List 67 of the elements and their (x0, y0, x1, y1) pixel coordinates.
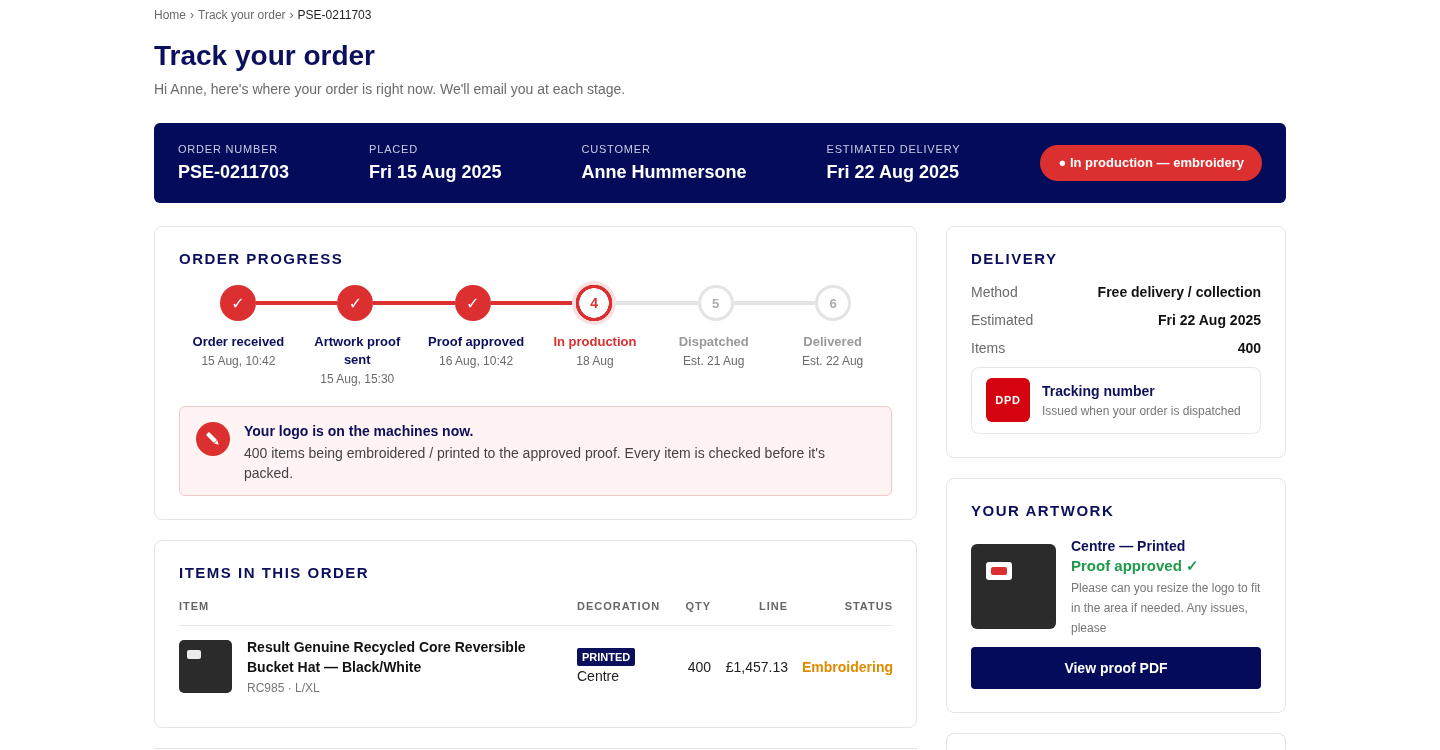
step-marker: 6 (815, 285, 852, 321)
summary-label: ORDER NUMBER (178, 142, 280, 156)
summary-value: PSE-0211703 (178, 161, 290, 183)
summary-label: CUSTOMER (581, 142, 652, 156)
step-date: Est. 21 Aug (682, 353, 746, 370)
product-image-placeholder (179, 640, 232, 693)
breadcrumb-separator: › (289, 7, 294, 23)
card-title: ORDER PROGRESS (179, 250, 345, 268)
column-header: LINE (757, 599, 788, 613)
page-subtitle: Hi Anne, here's where your order is right now. We'll email you at each stage. (154, 80, 627, 99)
step-marker: 4 (572, 281, 617, 325)
step-date: 16 Aug, 10:42 (438, 353, 515, 370)
decoration-badge: PRINTED (577, 647, 636, 666)
step-label: In production (552, 333, 638, 351)
step-date: Est. 22 Aug (800, 353, 865, 370)
step-date: 15 Aug, 10:42 (200, 353, 277, 370)
page-title: Track your order (154, 39, 376, 73)
tracking-note: Issued when your order is dispatched (1042, 402, 1241, 419)
pencil-icon (196, 422, 230, 456)
column-header: DECORATION (577, 599, 657, 613)
card-title: ITEMS IN THIS ORDER (179, 564, 371, 582)
step-label: Proof approved (427, 333, 526, 351)
summary-value: Fri 22 Aug 2025 (826, 161, 960, 183)
delivery-label: Items (971, 339, 1006, 358)
column-header: ITEM (179, 599, 211, 613)
step-date: 15 Aug, 15:30 (319, 371, 396, 388)
artwork-placement: Centre — Printed (1071, 537, 1187, 556)
column-header: STATUS (843, 599, 893, 613)
alert-title: Your logo is on the machines now. (244, 422, 475, 440)
card-title: DELIVERY (971, 250, 1059, 268)
tracking-title: Tracking number (1042, 381, 1156, 400)
step-date: 18 Aug (575, 353, 615, 370)
summary-value: Fri 15 Aug 2025 (369, 161, 502, 183)
delivery-label: Estimated (971, 311, 1034, 330)
step-label: Artwork proof sent (313, 333, 402, 369)
step-marker: ✓ (337, 285, 374, 321)
delivery-label: Method (971, 283, 1018, 302)
breadcrumb-current-page: PSE-0211703 (297, 7, 372, 23)
step-marker: 5 (697, 285, 734, 321)
artwork-note: Please can you resize the logo to fit in the area if needed. Any issues, please (1071, 580, 1261, 637)
view-proof-button[interactable]: View proof PDF (971, 647, 1261, 689)
product-meta: RC985 · L/XL (247, 680, 321, 696)
quantity-cell-text: 400 (686, 657, 711, 677)
step-marker: ✓ (454, 285, 491, 321)
decoration-position: Centre (577, 666, 620, 686)
breadcrumb-link[interactable]: Home (154, 7, 186, 23)
breadcrumb-separator: › (190, 7, 194, 23)
delivery-value: Fri 22 Aug 2025 (1158, 311, 1261, 330)
step-label: Delivered (802, 333, 863, 351)
carrier-logo: DPD (986, 378, 1030, 422)
delivery-value: 400 (1237, 339, 1261, 358)
column-header: QTY (684, 599, 711, 613)
delivery-value: Free delivery / collection (1097, 283, 1261, 302)
alert-text: 400 items being embroidered / printed to the approved proof. Every item is checked before it's packed. (244, 444, 826, 483)
item-status: Embroidering (801, 657, 893, 677)
product-name: Result Genuine Recycled Core Reversible Bucket Hat — Black/White (247, 638, 527, 677)
card-title: YOUR ARTWORK (971, 502, 1116, 520)
step-label: Order received (191, 333, 286, 351)
step-label: Dispatched (677, 333, 750, 351)
step-marker: ✓ (220, 285, 256, 321)
approval-status: Proof approved ✓ (1071, 556, 1200, 576)
summary-label: PLACED (369, 142, 419, 156)
summary-label: ESTIMATED DELIVERY (826, 142, 961, 156)
line-total-cell-text: £1,457.13 (724, 657, 788, 677)
breadcrumb-link[interactable]: Track your order (198, 7, 286, 23)
status-badge: ● In production — embroidery (1040, 144, 1262, 181)
summary-value: Anne Hummersone (581, 161, 747, 183)
